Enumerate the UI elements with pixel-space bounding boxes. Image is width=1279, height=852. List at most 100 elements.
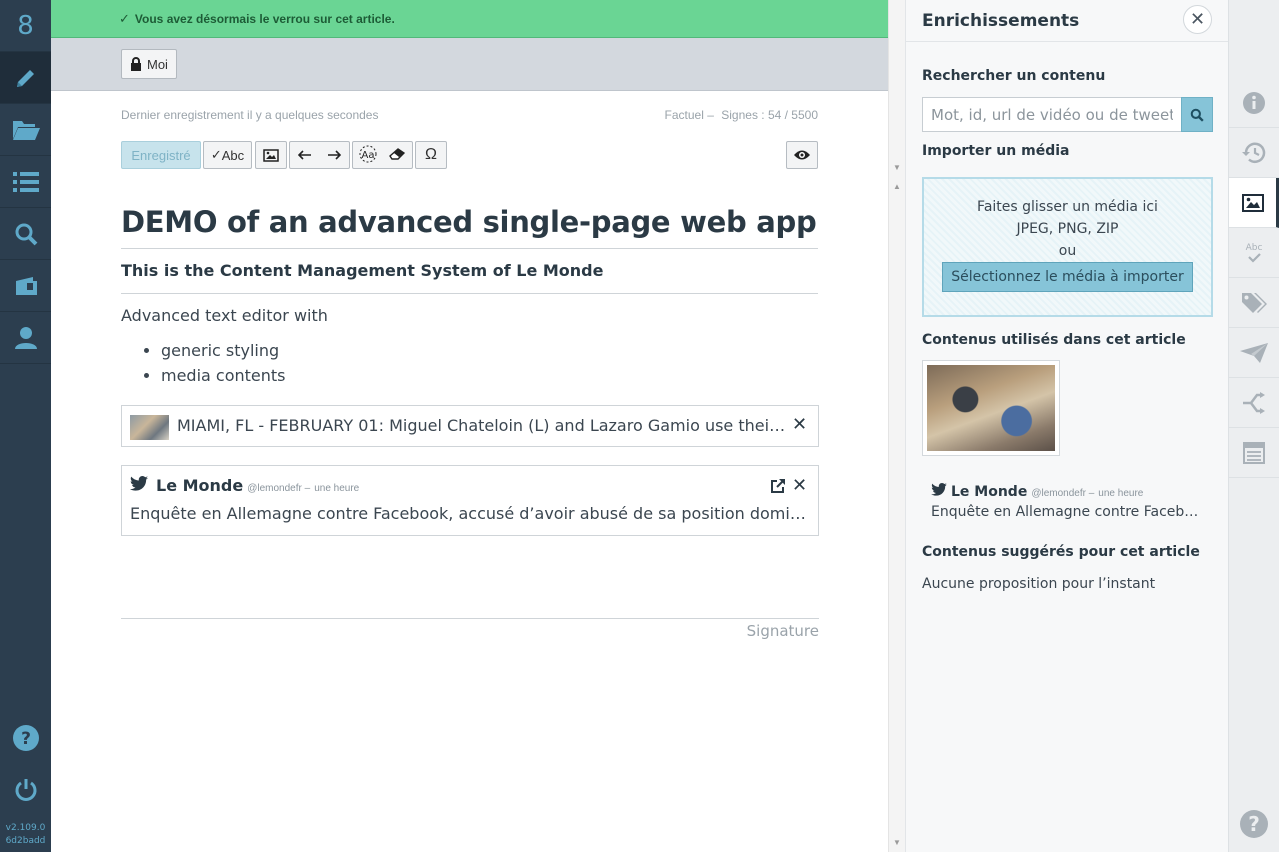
- nav-library[interactable]: [0, 260, 51, 312]
- version-number: v2.109.0: [5, 823, 46, 833]
- lock-owner-label: Moi: [147, 56, 168, 72]
- special-chars-button[interactable]: Ω: [415, 141, 447, 169]
- version-hash: 6d2badd: [5, 836, 46, 846]
- text-case-icon: Aa: [359, 145, 377, 162]
- preview-button[interactable]: [786, 141, 818, 169]
- import-heading: Importer un média: [922, 143, 1070, 159]
- spellcheck-icon: Abc: [1246, 243, 1262, 263]
- used-tweet-card[interactable]: Le Monde @lemondefr – une heure Enquête …: [931, 483, 1211, 520]
- tab-info[interactable]: [1229, 78, 1279, 128]
- case-button[interactable]: Aa: [353, 145, 383, 166]
- tab-layout[interactable]: [1229, 428, 1279, 478]
- lock-notification: ✓ Vous avez désormais le verrou sur cet …: [51, 0, 888, 38]
- signature-field[interactable]: Signature: [121, 618, 819, 640]
- search-box: [922, 97, 1213, 132]
- article-bullet-list[interactable]: generic styling media contents: [121, 338, 818, 388]
- remove-image-button[interactable]: ✕: [792, 414, 807, 435]
- scroll-down-icon[interactable]: ▼: [893, 838, 901, 847]
- scroll-up-icon[interactable]: ▼: [893, 163, 901, 172]
- lock-icon: [131, 57, 141, 71]
- article-body-intro[interactable]: Advanced text editor with: [121, 305, 818, 327]
- nav-help[interactable]: ?: [0, 712, 51, 764]
- image-icon: [1241, 193, 1264, 212]
- tab-share[interactable]: [1229, 378, 1279, 428]
- article-stats: Factuel – Signes : 54 / 5500: [665, 108, 818, 122]
- save-status: Dernier enregistrement il y a quelques s…: [121, 108, 379, 122]
- no-suggestions-text: Aucune proposition pour l’instant: [922, 576, 1156, 592]
- panel-title: Enrichissements: [922, 10, 1080, 31]
- media-dropzone[interactable]: Faites glisser un média ici JPEG, PNG, Z…: [922, 177, 1213, 317]
- tweet-header: Le Monde @lemondefr – une heure: [130, 476, 359, 495]
- used-tweet-text: Enquête en Allemagne contre Facebook, ac…: [931, 504, 1201, 520]
- tags-icon: [1242, 292, 1267, 313]
- rail-help-button[interactable]: ?: [1239, 809, 1269, 844]
- twitter-icon: [931, 483, 947, 496]
- article-title[interactable]: DEMO of an advanced single-page web app: [121, 198, 818, 249]
- insert-image-button[interactable]: [255, 141, 287, 169]
- layout-icon: [1243, 441, 1265, 464]
- app-logo[interactable]: 8: [0, 0, 51, 52]
- enrichments-panel: Enrichissements ✕ Rechercher un contenu …: [905, 0, 1228, 852]
- article-type[interactable]: Factuel –: [665, 108, 714, 122]
- help-icon: ?: [12, 725, 39, 751]
- power-icon: [15, 779, 36, 801]
- format-group: Aa: [352, 141, 413, 169]
- nav-profile[interactable]: [0, 312, 51, 364]
- tweet-handle: @lemondefr –: [247, 483, 311, 494]
- search-button[interactable]: [1181, 97, 1213, 132]
- article-content[interactable]: DEMO of an advanced single-page web app …: [121, 198, 818, 388]
- drop-instructions: Faites glisser un média ici: [977, 199, 1158, 215]
- clear-format-button[interactable]: [383, 147, 413, 163]
- tab-tags[interactable]: [1229, 278, 1279, 328]
- nav-logout[interactable]: [0, 764, 51, 816]
- embedded-tweet[interactable]: Le Monde @lemondefr – une heure ✕ Enquêt…: [121, 465, 819, 536]
- undo-button[interactable]: [290, 148, 320, 163]
- used-tweet-time: une heure: [1098, 488, 1144, 499]
- tweet-time: une heure: [314, 483, 360, 494]
- nav-list[interactable]: [0, 156, 51, 208]
- search-input[interactable]: [922, 97, 1181, 132]
- spellcheck-button[interactable]: ✓ Abc: [203, 141, 252, 169]
- editor-scrollbar[interactable]: ▼ ▲ ▼: [888, 0, 905, 852]
- article-lead[interactable]: This is the Content Management System of…: [121, 249, 818, 294]
- list-item[interactable]: generic styling: [161, 338, 818, 363]
- save-button[interactable]: Enregistré: [121, 141, 201, 169]
- suggested-contents-heading: Contenus suggérés pour cet article: [922, 544, 1200, 560]
- tab-media[interactable]: [1229, 178, 1279, 228]
- check-icon: ✓: [119, 10, 130, 26]
- lock-owner-button[interactable]: Moi: [121, 49, 177, 79]
- spellcheck-label: Abc: [221, 147, 245, 163]
- undo-icon: [297, 149, 311, 160]
- tab-history[interactable]: [1229, 128, 1279, 178]
- list-icon: [12, 171, 39, 192]
- select-media-button[interactable]: Sélectionnez le média à importer: [942, 262, 1193, 292]
- panel-header: Enrichissements ✕: [906, 0, 1228, 42]
- list-item[interactable]: media contents: [161, 363, 818, 388]
- used-image-card[interactable]: [922, 360, 1060, 456]
- tab-publish[interactable]: [1229, 328, 1279, 378]
- check-icon: ✓: [210, 147, 222, 162]
- nav-search[interactable]: [0, 208, 51, 260]
- share-icon: [1243, 391, 1265, 414]
- external-link-icon[interactable]: [770, 478, 786, 494]
- tab-spellcheck[interactable]: Abc: [1229, 228, 1279, 278]
- eraser-icon: [389, 147, 406, 160]
- nav-documents[interactable]: [0, 104, 51, 156]
- scroll-thumb-icon[interactable]: ▲: [893, 182, 901, 191]
- nav-edit[interactable]: [0, 52, 51, 104]
- embedded-image[interactable]: MIAMI, FL - FEBRUARY 01: Miguel Chateloi…: [121, 405, 819, 447]
- used-tweet-header: Le Monde @lemondefr – une heure: [931, 483, 1211, 500]
- image-icon: [263, 148, 279, 162]
- redo-button[interactable]: [320, 148, 350, 163]
- version-info: v2.109.0 6d2badd: [0, 816, 51, 852]
- paper-plane-icon: [1240, 342, 1268, 363]
- sign-count: Signes : 54 / 5500: [721, 108, 818, 122]
- omega-icon: Ω: [425, 146, 437, 163]
- close-panel-button[interactable]: ✕: [1183, 5, 1212, 34]
- used-contents-heading: Contenus utilisés dans cet article: [922, 332, 1186, 348]
- remove-tweet-button[interactable]: ✕: [792, 475, 807, 496]
- history-icon: [1242, 142, 1266, 163]
- article-editor: ✓ Vous avez désormais le verrou sur cet …: [51, 0, 888, 852]
- search-icon: [1190, 108, 1204, 122]
- svg-text:?: ?: [1248, 812, 1260, 836]
